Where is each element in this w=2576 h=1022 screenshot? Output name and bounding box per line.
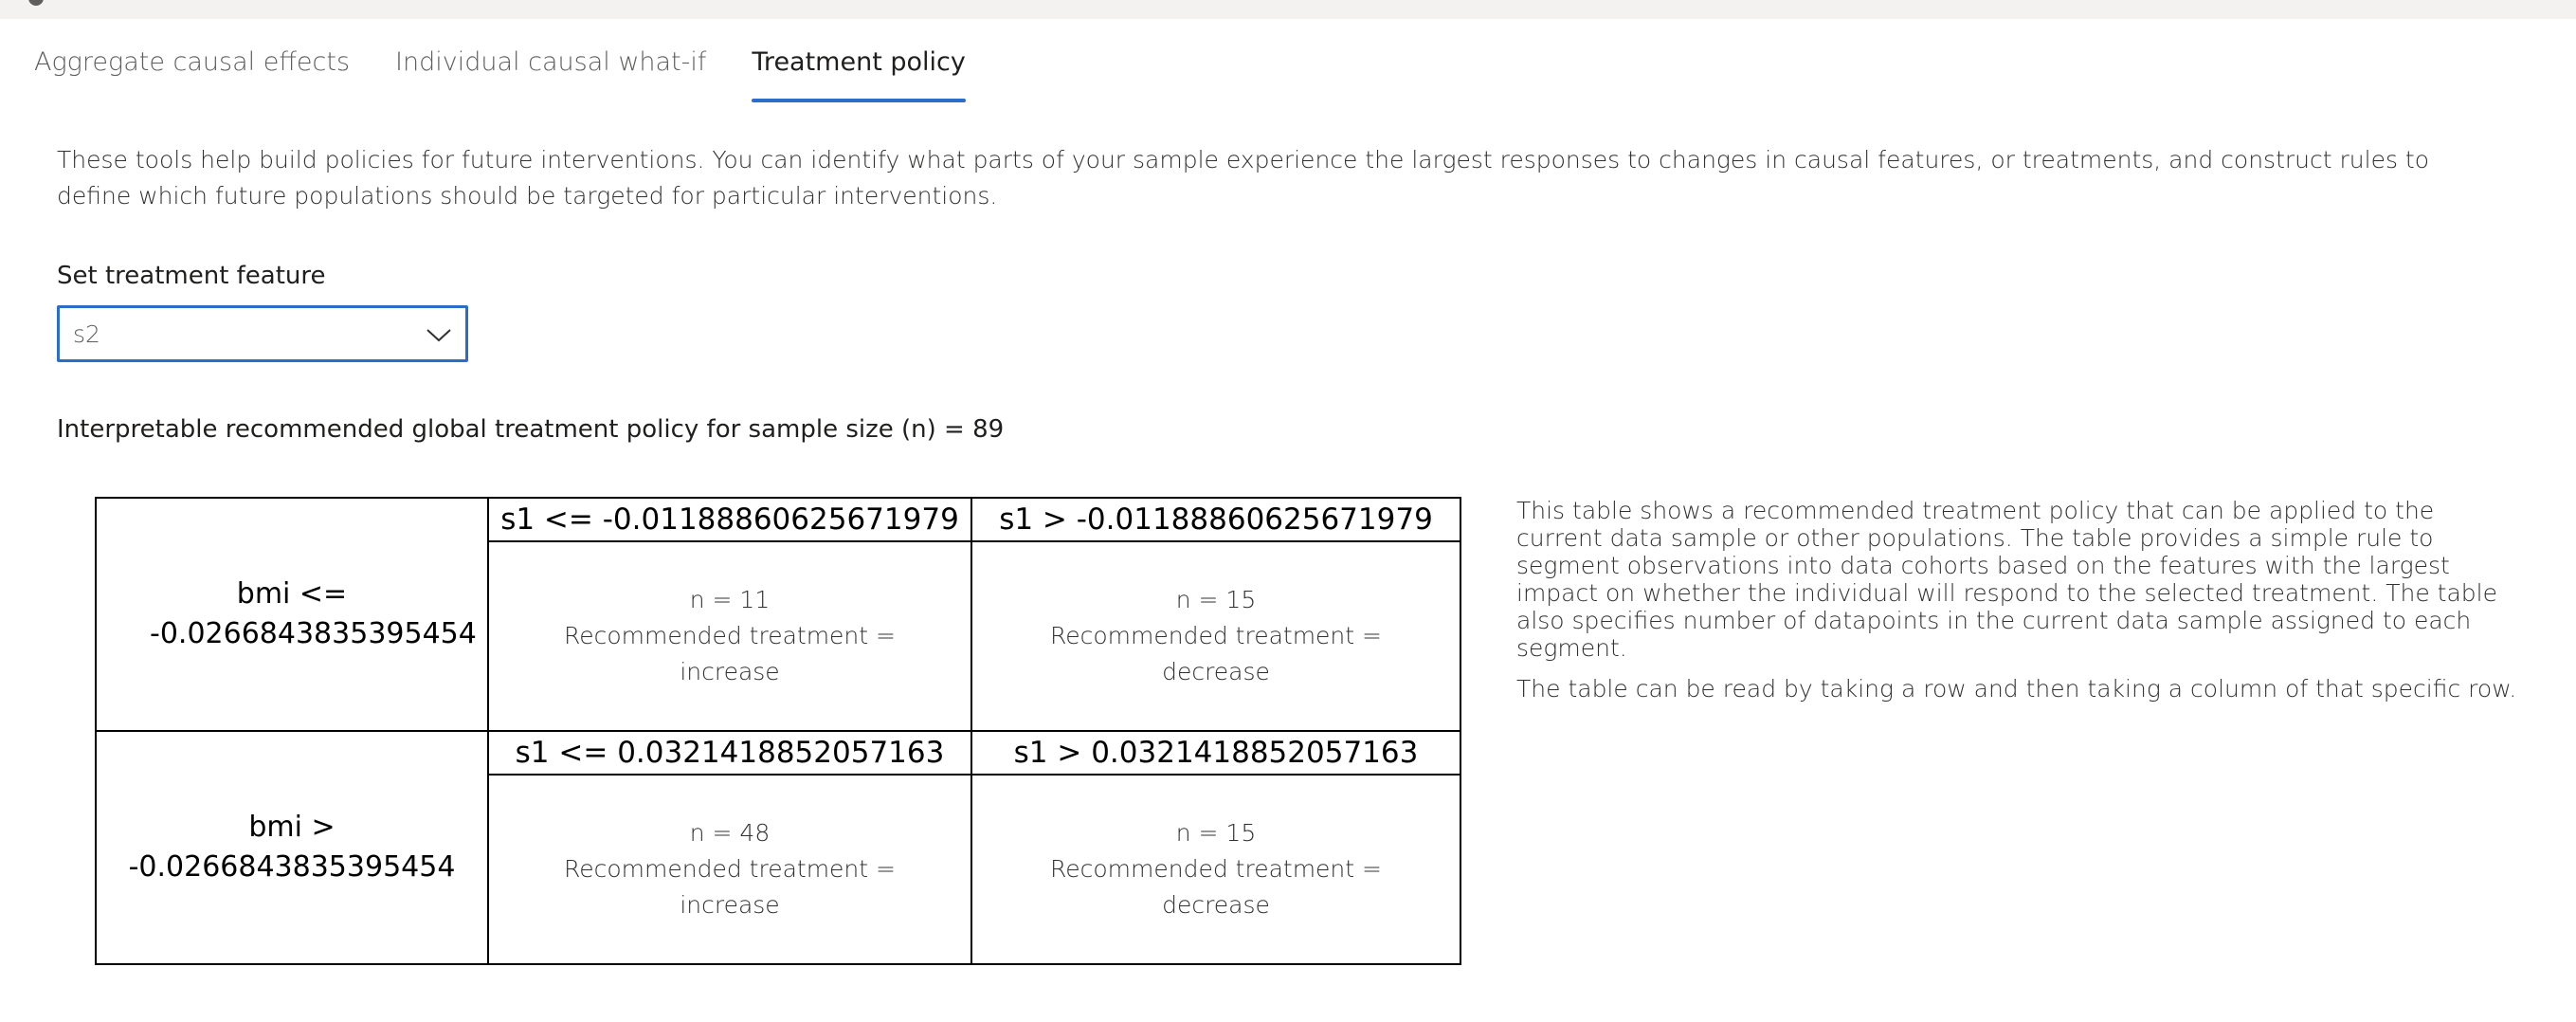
row-header-label: bmi <= -0.0266843835395454 xyxy=(150,577,477,650)
row-header-label: bmi > -0.0266843835395454 xyxy=(128,811,456,884)
treatment-feature-value: s2 xyxy=(73,320,100,348)
policy-explanation: This table shows a recommended treatment… xyxy=(1516,497,2521,716)
column-header: s1 <= 0.0321418852057163 xyxy=(487,730,972,776)
column-header: s1 <= -0.01188860625671979 xyxy=(487,497,972,542)
tab-aggregate-causal-effects[interactable]: Aggregate causal effects xyxy=(34,42,350,102)
cell-count: n = 15 xyxy=(1175,586,1257,613)
cell-treatment: decrease xyxy=(1162,891,1270,919)
info-icon xyxy=(28,0,44,6)
treatment-feature-dropdown[interactable]: s2 xyxy=(57,305,468,362)
treatment-policy-table: bmi <= -0.0266843835395454 s1 <= -0.0118… xyxy=(95,497,1461,965)
table-row: bmi > -0.0266843835395454 s1 <= 0.032141… xyxy=(95,730,1461,965)
chevron-down-icon xyxy=(426,329,451,342)
top-bar xyxy=(0,0,2576,19)
row-header: bmi <= -0.0266843835395454 xyxy=(95,497,489,732)
cell-treatment: increase xyxy=(680,891,780,919)
cell-treatment-label: Recommended treatment = xyxy=(564,855,896,883)
column-header: s1 > -0.01188860625671979 xyxy=(971,497,1461,542)
row-header: bmi > -0.0266843835395454 xyxy=(95,730,489,965)
policy-title: Interpretable recommended global treatme… xyxy=(57,415,1005,444)
cell-treatment-label: Recommended treatment = xyxy=(564,622,896,649)
table-row: bmi <= -0.0266843835395454 s1 <= -0.0118… xyxy=(95,497,1461,732)
explanation-paragraph: The table can be read by taking a row an… xyxy=(1516,675,2517,703)
intro-text: These tools help build policies for futu… xyxy=(57,146,2430,210)
cell-count: n = 15 xyxy=(1175,819,1257,847)
tab-bar: Aggregate causal effects Individual caus… xyxy=(34,42,1011,104)
cell-treatment: increase xyxy=(680,658,780,685)
cell-treatment-label: Recommended treatment = xyxy=(1050,855,1382,883)
tab-treatment-policy[interactable]: Treatment policy xyxy=(752,42,967,102)
tab-individual-causal-what-if[interactable]: Individual causal what-if xyxy=(395,42,706,102)
treatment-feature-label: Set treatment feature xyxy=(57,262,326,290)
cell-treatment-label: Recommended treatment = xyxy=(1050,622,1382,649)
column-header: s1 > 0.0321418852057163 xyxy=(971,730,1461,776)
policy-cell: n = 48 Recommended treatment = increase xyxy=(487,774,972,965)
explanation-paragraph: This table shows a recommended treatment… xyxy=(1516,497,2497,662)
policy-cell: n = 15 Recommended treatment = decrease xyxy=(971,774,1461,965)
cell-count: n = 48 xyxy=(689,819,771,847)
cell-treatment: decrease xyxy=(1162,658,1270,685)
policy-cell: n = 11 Recommended treatment = increase xyxy=(487,540,972,732)
policy-cell: n = 15 Recommended treatment = decrease xyxy=(971,540,1461,732)
cell-count: n = 11 xyxy=(689,586,771,613)
